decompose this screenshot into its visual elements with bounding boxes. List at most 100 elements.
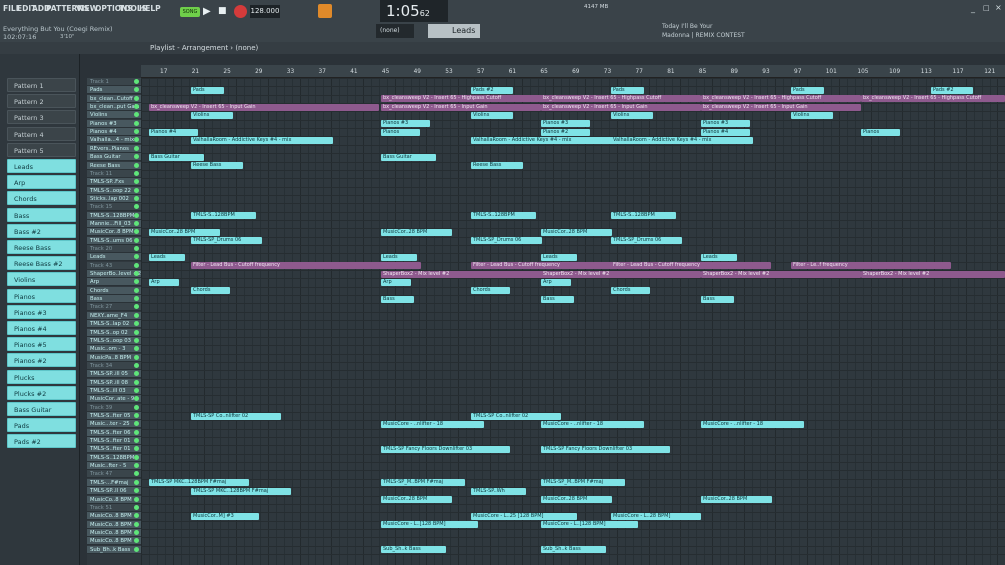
metronome-button[interactable] (318, 4, 332, 18)
pattern-item[interactable]: Bass #2 (7, 223, 76, 238)
track-mute-led-icon[interactable] (134, 529, 139, 535)
playlist-clip[interactable]: TMLS-SP_M..BPM F#maj (541, 479, 625, 487)
playlist-clip[interactable]: Pads (191, 86, 224, 94)
playlist-clip[interactable]: Pianos #3 (381, 120, 430, 128)
playlist-clip[interactable]: TMLS-SP Co..nlifter 02 (191, 412, 282, 420)
track-header[interactable]: TMLS-S..ill 03 (87, 386, 141, 395)
track-header[interactable]: TMLS-SP..ll 06 (87, 487, 141, 496)
track-header[interactable]: Track 11 (87, 169, 141, 178)
track-mute-led-icon[interactable] (134, 488, 139, 494)
track-mute-led-icon[interactable] (134, 112, 139, 118)
playlist-clip[interactable]: Bass (541, 295, 574, 303)
playlist-clip[interactable]: TMLS-S..128BPM (471, 212, 536, 220)
track-mute-led-icon[interactable] (134, 187, 139, 193)
pattern-item[interactable]: Reese Bass #2 (7, 256, 76, 271)
pattern-item[interactable]: Pianos #2 (7, 353, 76, 368)
playlist-clip[interactable]: bx_cleansweep V2 - Insert 65 - Highpass … (541, 95, 701, 103)
arrangement-grid[interactable]: Pads Pads #2 Pads Pads Pads #2 bx_cleansweep … (141, 78, 1005, 565)
track-header[interactable]: TMLS-...F#maj (87, 478, 141, 487)
track-mute-led-icon[interactable] (134, 95, 139, 101)
track-header[interactable]: TMLS-S..128BPM (87, 453, 141, 462)
track-header[interactable]: Music..om - 3 (87, 345, 141, 354)
pattern-item[interactable]: Pattern 5 (7, 142, 76, 157)
playlist-clip[interactable]: bx_cleansweep V2 - Insert 65 - Input Gai… (541, 103, 701, 111)
pattern-item[interactable]: Pattern 4 (7, 126, 76, 141)
track-mute-led-icon[interactable] (134, 87, 139, 93)
playlist-clip[interactable]: Bass Guitar (149, 153, 205, 161)
track-header[interactable]: bx_clean..put Gain (87, 103, 141, 112)
track-mute-led-icon[interactable] (134, 454, 139, 460)
track-mute-led-icon[interactable] (134, 137, 139, 143)
tempo-display[interactable]: 128.000 (250, 5, 280, 18)
window-maximize-icon[interactable]: □ (983, 4, 990, 12)
playlist-clip[interactable]: Reese Bass (191, 162, 243, 169)
playlist-clip[interactable]: Filter - Lead Bus - Cutoff frequency (611, 262, 771, 270)
track-header[interactable]: Violins (87, 111, 141, 120)
playlist-clip[interactable]: TMLS-SP Fancy Floors Downlifter 03 (541, 445, 670, 453)
playlist-clip[interactable]: Chords (611, 287, 651, 295)
playlist-clip[interactable]: Leads (149, 253, 185, 261)
track-header[interactable]: MusicCo..8 BPM (87, 495, 141, 504)
playlist-clip[interactable]: Bass (381, 295, 414, 303)
track-mute-led-icon[interactable] (134, 337, 139, 343)
track-header[interactable]: NEXY..ame_F4 (87, 311, 141, 320)
stop-button[interactable]: ■ (218, 5, 231, 18)
track-mute-led-icon[interactable] (134, 154, 139, 160)
playlist-clip[interactable]: Bass (701, 295, 734, 303)
pattern-item[interactable]: Violins (7, 272, 76, 287)
track-mute-led-icon[interactable] (134, 179, 139, 185)
track-mute-led-icon[interactable] (134, 195, 139, 201)
track-mute-led-icon[interactable] (134, 321, 139, 327)
playlist-clip[interactable]: MusicCore - L..25 [128 BPM] (471, 512, 578, 520)
track-mute-led-icon[interactable] (134, 446, 139, 452)
playlist-clip[interactable]: bx_cleansweep V2 - Insert 65 - Input Gai… (149, 103, 379, 111)
playlist-clip[interactable]: ValhallaRoom - Addictive Keys #4 - mix (611, 136, 753, 144)
playlist-clip[interactable]: Violins (191, 111, 234, 119)
pattern-selector[interactable]: Leads (428, 24, 480, 38)
track-header[interactable]: TMLS-S..op 02 (87, 328, 141, 337)
pattern-item[interactable]: Pianos (7, 288, 76, 303)
window-close-icon[interactable]: × (995, 3, 1002, 12)
track-header[interactable]: Track 51 (87, 503, 141, 512)
playlist-clip[interactable]: TMLS-SP_M..BPM F#maj (381, 479, 465, 487)
pattern-item[interactable]: Pattern 1 (7, 78, 76, 92)
song-mode-button[interactable]: SONG (180, 7, 200, 17)
playlist-clip[interactable]: Pianos #4 (149, 128, 198, 136)
track-header[interactable]: Music..fter - 5 (87, 462, 141, 471)
track-header[interactable]: TMLS-S..fter 01 (87, 445, 141, 454)
track-header[interactable]: TMLS-S..ums 06 (87, 236, 141, 245)
track-mute-led-icon[interactable] (134, 262, 139, 268)
track-mute-led-icon[interactable] (134, 504, 139, 510)
track-mute-led-icon[interactable] (134, 220, 139, 226)
track-header[interactable]: TMLS-S..oop 03 (87, 336, 141, 345)
track-header[interactable]: Track 27 (87, 303, 141, 312)
playlist-clip[interactable]: Pianos #3 (701, 120, 750, 128)
record-button[interactable] (234, 5, 247, 18)
pattern-item[interactable]: Reese Bass (7, 240, 76, 254)
playlist-clip[interactable]: TMLS-SP..Wh (471, 487, 527, 495)
track-mute-led-icon[interactable] (134, 296, 139, 302)
track-mute-led-icon[interactable] (134, 237, 139, 243)
track-header[interactable]: ShaperBo..level #2 (87, 270, 141, 279)
track-mute-led-icon[interactable] (134, 120, 139, 126)
track-mute-led-icon[interactable] (134, 538, 139, 544)
playlist-clip[interactable]: Filter - Le..f frequency (791, 262, 951, 270)
playlist-clip[interactable]: Pads #2 (471, 86, 514, 94)
track-header[interactable]: TMLS-S..fter 05 (87, 412, 141, 420)
playlist-clip[interactable]: Pianos (861, 128, 901, 136)
playlist-clip[interactable]: Reese Bass (471, 162, 523, 169)
track-mute-led-icon[interactable] (134, 354, 139, 360)
playlist-clip[interactable]: Chords (471, 287, 511, 295)
track-mute-led-icon[interactable] (134, 404, 139, 410)
track-mute-led-icon[interactable] (134, 145, 139, 151)
playlist-clip[interactable]: MusicCore - L..[128 BPM] (541, 521, 638, 529)
track-header[interactable]: Pads (87, 86, 141, 95)
track-mute-led-icon[interactable] (134, 371, 139, 377)
pattern-item[interactable]: Bass Guitar (7, 402, 76, 416)
track-mute-led-icon[interactable] (134, 229, 139, 235)
playlist-clip[interactable]: Sub_Sh..k Bass (541, 546, 606, 554)
track-header[interactable]: Mannie...Fill_03 (87, 219, 141, 228)
track-header[interactable]: Track 34 (87, 361, 141, 370)
window-minimize-icon[interactable]: _ (971, 4, 975, 13)
track-mute-led-icon[interactable] (134, 496, 139, 502)
